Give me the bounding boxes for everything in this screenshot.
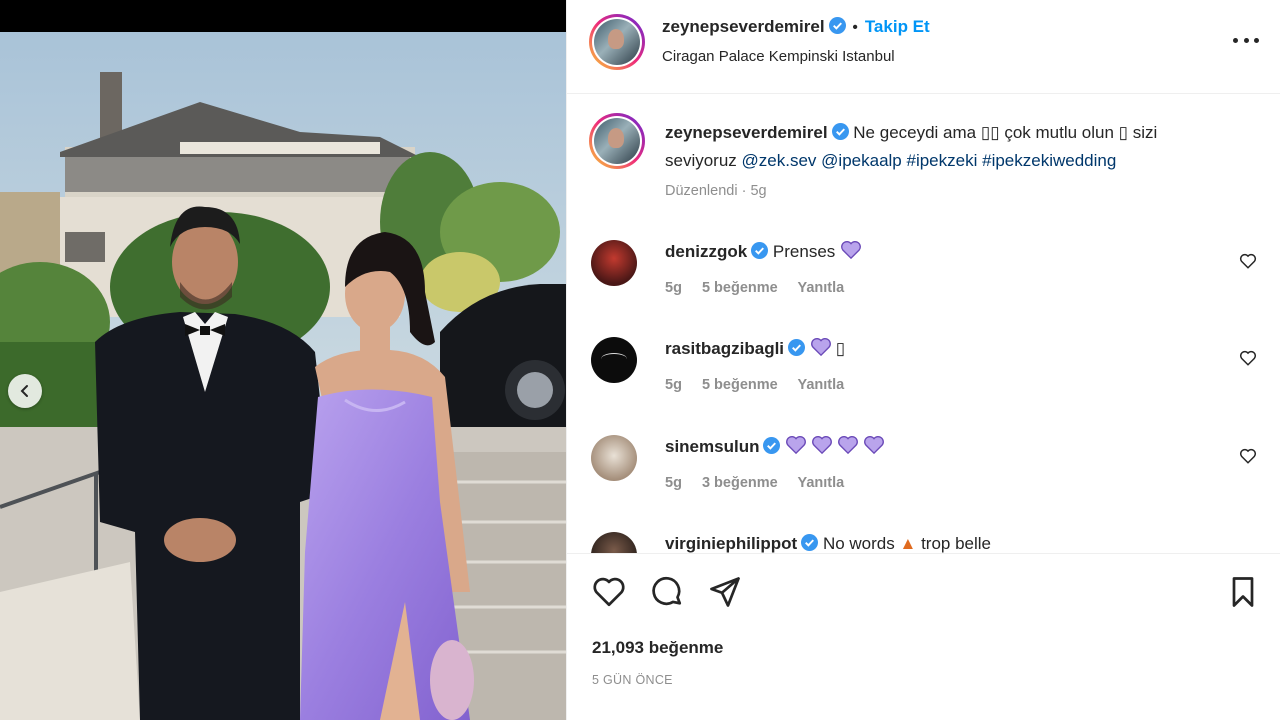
mention-link[interactable]: @ipekaalp [821, 151, 902, 170]
comment-username[interactable]: rasitbagzibagli [665, 339, 784, 358]
edited-label: Düzenlendi [665, 183, 738, 199]
comment-body: virginiephilippot No words ▲ trop belle [665, 532, 991, 553]
comment-time[interactable]: 5g [665, 475, 682, 491]
author-username[interactable]: zeynepseverdemirel [662, 17, 825, 36]
location-link[interactable]: Ciragan Palace Kempinski Istanbul [662, 48, 895, 65]
emoji-placeholder-icon: ▯ [1118, 123, 1129, 142]
post-sidebar: zeynepseverdemirel • Takip Et Ciragan Pala… [566, 0, 1280, 720]
caption-text-3: sizi [1132, 123, 1158, 142]
verified-badge-icon [828, 17, 846, 34]
post-date[interactable]: 5 GÜN ÖNCE [592, 673, 673, 687]
comment-row: denizzgok Prenses 5g 5 beğenme Yanıtla [591, 240, 1271, 336]
more-horizontal-icon [1233, 37, 1238, 43]
heart-outline-icon[interactable] [1239, 349, 1257, 367]
commenter-avatar[interactable] [591, 240, 637, 286]
verified-badge-icon [831, 123, 849, 140]
caption-text-4: seviyoruz [665, 151, 737, 170]
comment-text: No words [822, 534, 895, 553]
hashtag-link[interactable]: #ipekzeki [907, 151, 978, 170]
comment-time[interactable]: 5g [665, 377, 682, 393]
caption-author-username[interactable]: zeynepseverdemirel [665, 123, 828, 142]
post-media-pane [0, 0, 566, 720]
meta-separator: · [741, 183, 747, 199]
comment-like-count[interactable]: 3 beğenme [702, 475, 778, 491]
instagram-post-window: zeynepseverdemirel • Takip Et Ciragan Pala… [0, 0, 1280, 720]
purple-heart-icon [812, 436, 833, 455]
verified-badge-icon [763, 437, 781, 454]
comment-meta: 5g 5 beğenme Yanıtla [665, 280, 860, 296]
verified-badge-icon [788, 339, 806, 356]
comment-like-count[interactable]: 5 beğenme [702, 280, 778, 296]
heart-outline-icon[interactable] [1239, 447, 1257, 465]
comment-text: trop belle [921, 534, 991, 553]
comment-bubble-icon[interactable] [649, 574, 685, 610]
media-top-bar [0, 0, 566, 32]
reply-button[interactable]: Yanıtla [797, 475, 844, 491]
post-header: zeynepseverdemirel • Takip Et Ciragan Pala… [567, 0, 1280, 94]
author-line: zeynepseverdemirel • Takip Et [662, 17, 930, 37]
comment-row: sinemsulun 5g 3 beğenme Yanıtla [591, 435, 1271, 531]
emoji-placeholder-icon: ▯▯ [980, 123, 1000, 142]
post-caption: zeynepseverdemirel Ne geceydi ama ▯▯ çok… [665, 119, 1255, 175]
previous-image-button[interactable] [8, 374, 42, 408]
caption-author-avatar[interactable] [589, 113, 645, 169]
paper-plane-icon[interactable] [707, 574, 743, 610]
follow-separator: • [852, 19, 858, 36]
mention-link[interactable]: @zek.sev [742, 151, 817, 170]
comment-username[interactable]: denizzgok [665, 242, 747, 261]
commenter-avatar[interactable] [591, 435, 637, 481]
comment-text: Prenses [772, 242, 836, 261]
comment-body: rasitbagzibagli ▯ [665, 337, 845, 361]
post-photo[interactable] [0, 32, 566, 720]
comment-meta: 5g 3 beğenme Yanıtla [665, 475, 860, 491]
caption-text-1: Ne geceydi ama [853, 123, 977, 142]
fire-emoji-icon: ▲ [899, 534, 917, 553]
comment-row: virginiephilippot No words ▲ trop belle [591, 532, 1271, 553]
emoji-placeholder-icon: ▯ [835, 339, 846, 358]
purple-heart-icon [838, 436, 859, 455]
follow-button[interactable]: Takip Et [865, 17, 930, 36]
caption-text-2: çok mutlu olun [1004, 123, 1114, 142]
more-options-button[interactable] [1233, 30, 1259, 50]
verified-badge-icon [801, 534, 819, 551]
purple-heart-icon [786, 436, 807, 455]
heart-outline-icon[interactable] [1239, 252, 1257, 270]
caption-meta: Düzenlendi · 5g [665, 183, 767, 199]
comment-time[interactable]: 5g [665, 280, 682, 296]
bookmark-icon[interactable] [1225, 574, 1261, 610]
reply-button[interactable]: Yanıtla [797, 280, 844, 296]
like-count[interactable]: 21,093 beğenme [592, 638, 723, 658]
comment-username[interactable]: sinemsulun [665, 437, 759, 456]
comment-username[interactable]: virginiephilippot [665, 534, 797, 553]
author-avatar[interactable] [589, 14, 645, 70]
purple-heart-icon [810, 338, 831, 357]
comments-list[interactable]: zeynepseverdemirel Ne geceydi ama ▯▯ çok… [567, 95, 1280, 553]
purple-heart-icon [841, 241, 861, 260]
commenter-avatar[interactable] [591, 337, 637, 383]
verified-badge-icon [751, 242, 769, 259]
heart-outline-icon[interactable] [591, 574, 627, 610]
post-actions: 21,093 beğenme 5 GÜN ÖNCE [567, 553, 1280, 720]
hashtag-link[interactable]: #ipekzekiwedding [982, 151, 1116, 170]
comment-body: sinemsulun [665, 435, 889, 459]
comment-like-count[interactable]: 5 beğenme [702, 377, 778, 393]
commenter-avatar[interactable] [591, 532, 637, 553]
reply-button[interactable]: Yanıtla [797, 377, 844, 393]
comment-body: denizzgok Prenses [665, 240, 866, 264]
caption-time[interactable]: 5g [750, 183, 766, 199]
comment-meta: 5g 5 beğenme Yanıtla [665, 377, 860, 393]
comment-row: rasitbagzibagli ▯ 5g 5 beğenme Yanıtla [591, 337, 1271, 433]
purple-heart-icon [864, 436, 885, 455]
chevron-left-icon [20, 385, 28, 397]
